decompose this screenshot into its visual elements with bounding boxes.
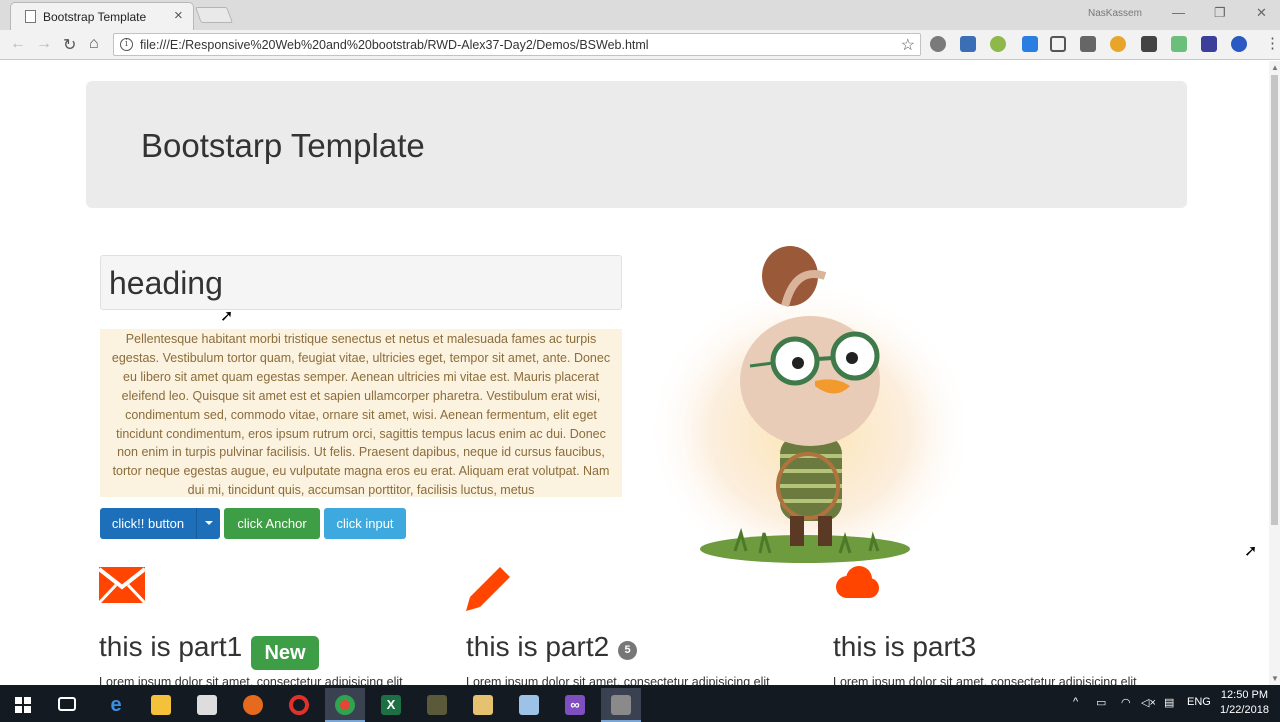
scroll-down-icon[interactable]: ▼ bbox=[1271, 674, 1279, 683]
browser-user-name[interactable]: NasKassem bbox=[1088, 8, 1142, 19]
input-button[interactable]: click input bbox=[324, 508, 406, 539]
cloud-icon bbox=[836, 566, 879, 598]
taskbar-app-3[interactable] bbox=[509, 688, 549, 722]
app-icon-2 bbox=[611, 695, 631, 715]
feature-title-3: this is part3 bbox=[833, 631, 977, 662]
extension-eyedropper-icon[interactable] bbox=[1022, 36, 1038, 52]
page-viewport: Bootstarp Template heading Pellentesque … bbox=[0, 61, 1280, 685]
feature-text-3: Lorem ipsum dolor sit amet, consectetur … bbox=[833, 675, 1137, 685]
wifi-icon[interactable]: ◠ bbox=[1121, 696, 1131, 709]
feature-title-1: this is part1 bbox=[99, 631, 243, 662]
anchor-button[interactable]: click Anchor bbox=[224, 508, 320, 539]
extension-library-icon[interactable] bbox=[1141, 36, 1157, 52]
taskbar-chrome[interactable] bbox=[325, 688, 365, 722]
taskbar-firefox[interactable] bbox=[233, 688, 273, 722]
chrome-icon bbox=[335, 695, 355, 715]
task-view-button[interactable] bbox=[48, 688, 88, 722]
extension-colorpicker-icon[interactable] bbox=[1110, 36, 1126, 52]
taskbar-clock[interactable]: 12:50 PM 1/22/2018 bbox=[1220, 688, 1269, 718]
bookmark-star-icon[interactable]: ☆ bbox=[901, 35, 915, 55]
split-button[interactable]: click!! button bbox=[100, 508, 220, 539]
forward-icon[interactable]: → bbox=[36, 35, 52, 53]
folder-icon bbox=[151, 695, 171, 715]
extension-globe-icon[interactable] bbox=[930, 36, 946, 52]
taskbar-store[interactable] bbox=[187, 688, 227, 722]
taskbar-edge[interactable]: e bbox=[96, 688, 136, 722]
task-view-icon bbox=[58, 697, 76, 711]
firefox-icon bbox=[243, 695, 263, 715]
url-text[interactable]: file:///E:/Responsive%20Web%20and%20boot… bbox=[140, 38, 649, 52]
feature-text-1: Lorem ipsum dolor sit amet, consectetur … bbox=[99, 675, 403, 685]
extension-cast-icon[interactable] bbox=[1080, 36, 1096, 52]
mouse-cursor-icon: ➚ bbox=[220, 308, 234, 325]
excel-icon: X bbox=[381, 695, 401, 715]
count-badge: 5 bbox=[618, 641, 637, 660]
tray-chevron-icon[interactable]: ^ bbox=[1073, 696, 1078, 708]
start-button[interactable] bbox=[3, 688, 43, 722]
page-icon bbox=[25, 10, 36, 23]
restore-icon[interactable]: ❐ bbox=[1214, 5, 1226, 21]
browser-tab[interactable]: Bootstrap Template × bbox=[10, 2, 194, 30]
extension-b-icon[interactable] bbox=[1201, 36, 1217, 52]
folder-app-icon bbox=[473, 695, 493, 715]
browser-toolbar: ← → ↻ ⌂ i file:///E:/Responsive%20Web%20… bbox=[0, 30, 1280, 60]
minimize-icon[interactable]: — bbox=[1172, 5, 1185, 20]
heading-well: heading bbox=[100, 255, 622, 310]
browser-menu-icon[interactable]: ⋮ bbox=[1265, 34, 1280, 52]
windows-logo-icon bbox=[15, 697, 31, 713]
windows-taskbar: e X ∞ ^ ▭ ◠ ◁× ▤ ENG 12:50 PM 1/22/2018 bbox=[0, 685, 1280, 722]
scroll-thumb[interactable] bbox=[1271, 75, 1278, 525]
pencil-icon bbox=[466, 567, 510, 611]
notifications-icon[interactable]: ▤ bbox=[1164, 696, 1174, 709]
taskbar-app-4[interactable] bbox=[601, 688, 641, 722]
address-bar[interactable]: i file:///E:/Responsive%20Web%20and%20bo… bbox=[113, 33, 921, 56]
taskbar-app-1[interactable] bbox=[417, 688, 457, 722]
extension-capture-icon[interactable] bbox=[1050, 36, 1066, 52]
info-icon[interactable]: i bbox=[120, 38, 133, 51]
taskbar-visual-studio[interactable]: ∞ bbox=[555, 688, 595, 722]
dropdown-caret-icon[interactable] bbox=[196, 508, 220, 539]
taskbar-opera[interactable] bbox=[279, 688, 319, 722]
section-heading: heading bbox=[109, 265, 223, 301]
new-label: New bbox=[251, 636, 319, 670]
opera-icon bbox=[289, 695, 309, 715]
taskbar-explorer[interactable] bbox=[141, 688, 181, 722]
taskbar-excel[interactable]: X bbox=[371, 688, 411, 722]
secondary-cursor-icon: ➚ bbox=[1244, 543, 1258, 560]
tab-title: Bootstrap Template bbox=[43, 10, 147, 24]
envelope-icon bbox=[99, 567, 145, 605]
feature-title-2: this is part2 bbox=[466, 631, 610, 662]
notepad-icon bbox=[519, 695, 539, 715]
warning-paragraph: Pellentesque habitant morbi tristique se… bbox=[100, 329, 622, 497]
volume-muted-icon[interactable]: ◁× bbox=[1141, 696, 1156, 709]
home-icon[interactable]: ⌂ bbox=[89, 35, 99, 53]
extension-printer-icon[interactable] bbox=[960, 36, 976, 52]
reload-icon[interactable]: ↻ bbox=[63, 35, 76, 55]
back-icon[interactable]: ← bbox=[10, 35, 26, 53]
new-tab-button[interactable] bbox=[195, 7, 233, 23]
jumbotron: Bootstarp Template bbox=[86, 81, 1187, 208]
store-icon bbox=[197, 695, 217, 715]
close-window-icon[interactable]: ✕ bbox=[1256, 5, 1267, 21]
app-icon bbox=[427, 695, 447, 715]
jumbotron-title: Bootstarp Template bbox=[141, 127, 425, 164]
chicken-little-image bbox=[645, 246, 975, 566]
battery-icon[interactable]: ▭ bbox=[1096, 696, 1106, 709]
clock-date: 1/22/2018 bbox=[1220, 704, 1269, 716]
browser-tab-bar: Bootstrap Template × NasKassem — ❐ ✕ bbox=[0, 0, 1280, 30]
split-button-label[interactable]: click!! button bbox=[100, 508, 196, 539]
close-tab-icon[interactable]: × bbox=[174, 7, 183, 24]
clock-time: 12:50 PM bbox=[1220, 689, 1269, 701]
feature-text-2: Lorem ipsum dolor sit amet, consectetur … bbox=[466, 675, 770, 685]
scroll-up-icon[interactable]: ▲ bbox=[1271, 63, 1279, 72]
page-scrollbar[interactable]: ▲ ▼ bbox=[1269, 61, 1280, 685]
language-indicator[interactable]: ENG bbox=[1187, 696, 1211, 708]
extension-bird-icon[interactable] bbox=[990, 36, 1006, 52]
visual-studio-icon: ∞ bbox=[565, 695, 585, 715]
taskbar-app-2[interactable] bbox=[463, 688, 503, 722]
extension-notes-icon[interactable] bbox=[1171, 36, 1187, 52]
extension-circle-icon[interactable] bbox=[1231, 36, 1247, 52]
edge-icon: e bbox=[110, 694, 122, 716]
